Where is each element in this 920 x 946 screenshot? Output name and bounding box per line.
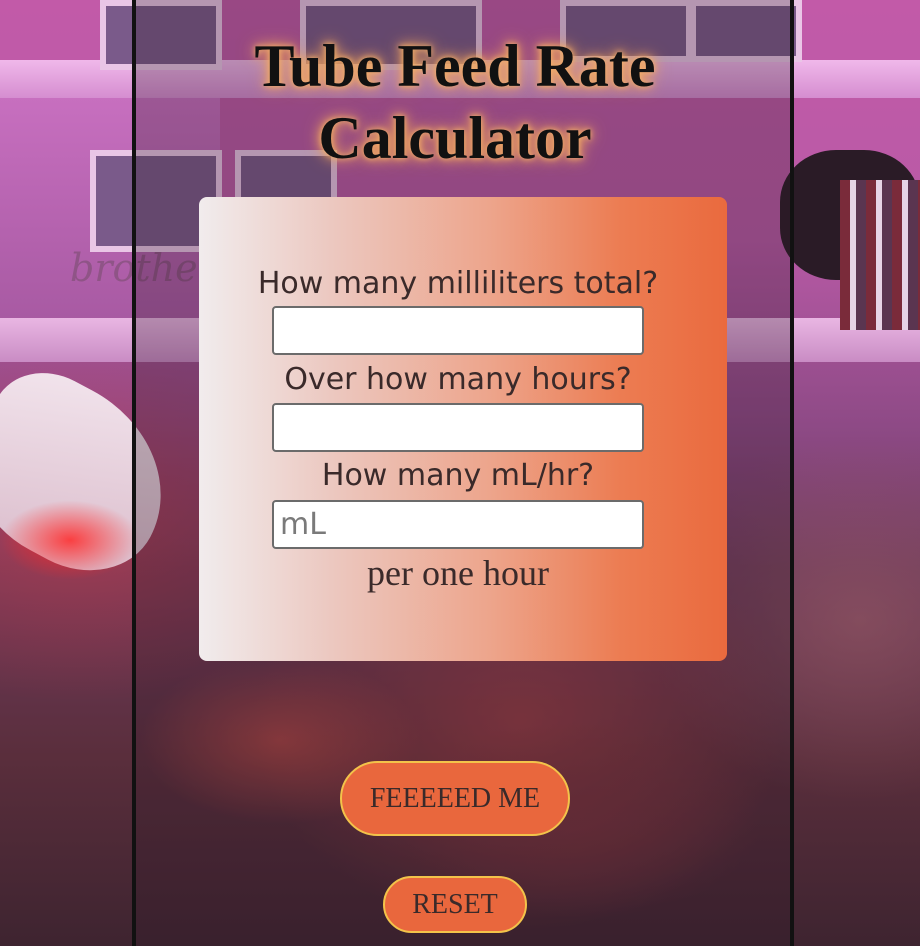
- rate-unit-text: per one hour: [367, 553, 549, 593]
- background-books: [840, 180, 920, 330]
- rate-label: How many mL/hr?: [321, 458, 595, 493]
- total-ml-input[interactable]: [272, 306, 644, 355]
- reset-button[interactable]: RESET: [383, 876, 527, 933]
- page-title: Tube Feed Rate Calculator: [254, 33, 656, 171]
- feed-me-button[interactable]: FEEEEED ME: [340, 761, 570, 836]
- rate-output[interactable]: [272, 500, 644, 549]
- hours-label: Over how many hours?: [284, 362, 632, 397]
- hours-input[interactable]: [272, 403, 644, 452]
- background-red-light: [0, 500, 140, 580]
- total-ml-label: How many milliliters total?: [257, 266, 659, 301]
